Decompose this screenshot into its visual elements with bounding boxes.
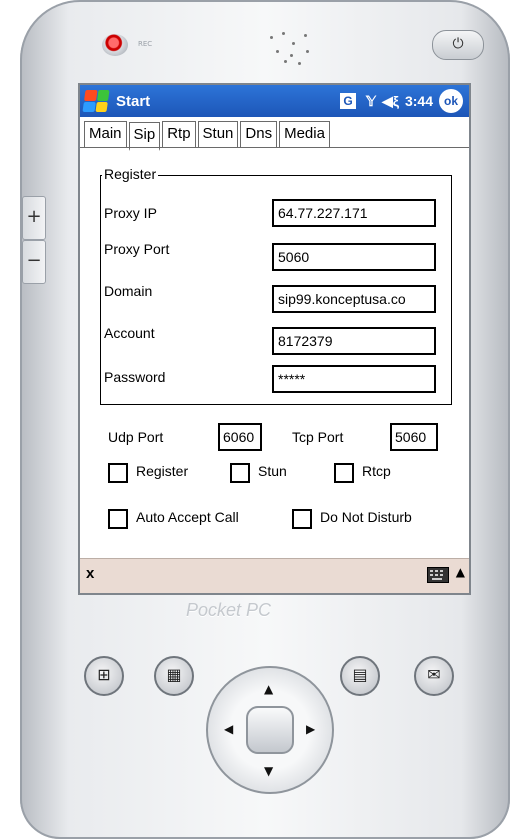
dpad-center-button[interactable] [246, 706, 294, 754]
udp-port-label: Udp Port [108, 429, 164, 445]
register-checkbox-label[interactable]: Register [136, 463, 188, 479]
dpad-left-icon[interactable]: ◀ [224, 722, 233, 736]
dpad-up-icon[interactable]: ▲ [264, 682, 273, 696]
g-status-icon[interactable]: G [340, 93, 357, 109]
signal-icon[interactable]: 𝕐 [366, 93, 376, 110]
dpad-down-icon[interactable]: ▼ [264, 764, 273, 778]
rtcp-checkbox-label[interactable]: Rtcp [362, 463, 391, 479]
tcp-port-input[interactable]: 5060 [390, 423, 438, 451]
speaker-grille [262, 28, 318, 68]
power-button[interactable]: ⏻ [432, 30, 484, 60]
contacts-icon: ▤ [352, 665, 368, 684]
proxy-ip-input[interactable]: 64.77.227.171 [272, 199, 436, 227]
dpad-right-icon[interactable]: ▶ [306, 722, 315, 736]
volume-down-button[interactable]: − [22, 240, 46, 284]
command-bar: x ▲ [80, 558, 469, 593]
tab-media[interactable]: Media [279, 121, 330, 148]
rec-label: REC [138, 40, 153, 48]
ok-button[interactable]: ok [439, 89, 463, 113]
udp-port-input[interactable]: 6060 [218, 423, 262, 451]
windows-start-icon[interactable] [82, 90, 110, 112]
record-button[interactable] [102, 34, 128, 56]
do-not-disturb-checkbox-label[interactable]: Do Not Disturb [320, 509, 412, 525]
auto-accept-checkbox[interactable] [108, 509, 128, 529]
navigation-pad[interactable]: ▲ ▼ ◀ ▶ [206, 666, 334, 794]
calendar-icon: ▦ [166, 665, 182, 684]
register-legend: Register [102, 166, 159, 182]
volume-icon[interactable]: ◀︎ξ [382, 93, 399, 110]
mail-hardware-button[interactable]: ✉ [414, 656, 454, 696]
tab-divider [80, 147, 469, 148]
tcp-port-label: Tcp Port [292, 429, 344, 445]
proxy-port-label: Proxy Port [104, 241, 170, 257]
calendar-hardware-button[interactable]: ▦ [154, 656, 194, 696]
domain-label: Domain [104, 283, 153, 299]
tab-dns[interactable]: Dns [240, 121, 278, 148]
rtcp-checkbox[interactable] [334, 463, 354, 483]
close-button[interactable]: x [86, 565, 94, 582]
password-label: Password [104, 369, 166, 385]
stun-checkbox[interactable] [230, 463, 250, 483]
proxy-ip-label: Proxy IP [104, 205, 157, 221]
tab-stun[interactable]: Stun [197, 121, 239, 148]
account-label: Account [104, 325, 155, 341]
proxy-port-input[interactable]: 5060 [272, 243, 436, 271]
tab-main[interactable]: Main [84, 121, 127, 148]
power-icon: ⏻ [452, 36, 464, 52]
start-hardware-button[interactable]: ⊞ [84, 656, 124, 696]
start-title[interactable]: Start [116, 93, 340, 110]
tab-rtp[interactable]: Rtp [162, 121, 196, 148]
account-input[interactable]: 8172379 [272, 327, 436, 355]
contacts-hardware-button[interactable]: ▤ [340, 656, 380, 696]
device-screen: Start G 𝕐 ◀︎ξ 3:44 ok Main Sip Rtp Stun … [78, 83, 471, 595]
domain-input[interactable]: sip99.konceptusa.co [272, 285, 436, 313]
clock[interactable]: 3:44 [405, 93, 433, 109]
windows-icon: ⊞ [97, 665, 111, 684]
keyboard-icon[interactable] [427, 567, 449, 583]
mail-icon: ✉ [427, 665, 441, 684]
tab-strip: Main Sip Rtp Stun Dns Media [84, 121, 332, 151]
do-not-disturb-checkbox[interactable] [292, 509, 312, 529]
title-bar: Start G 𝕐 ◀︎ξ 3:44 ok [80, 85, 469, 117]
input-panel-arrow-icon[interactable]: ▲ [456, 565, 465, 579]
brand-logo: Pocket PC [186, 600, 272, 620]
stun-checkbox-label[interactable]: Stun [258, 463, 287, 479]
volume-up-button[interactable]: + [22, 196, 46, 240]
auto-accept-checkbox-label[interactable]: Auto Accept Call [136, 509, 239, 525]
password-input[interactable]: ***** [272, 365, 436, 393]
register-checkbox[interactable] [108, 463, 128, 483]
